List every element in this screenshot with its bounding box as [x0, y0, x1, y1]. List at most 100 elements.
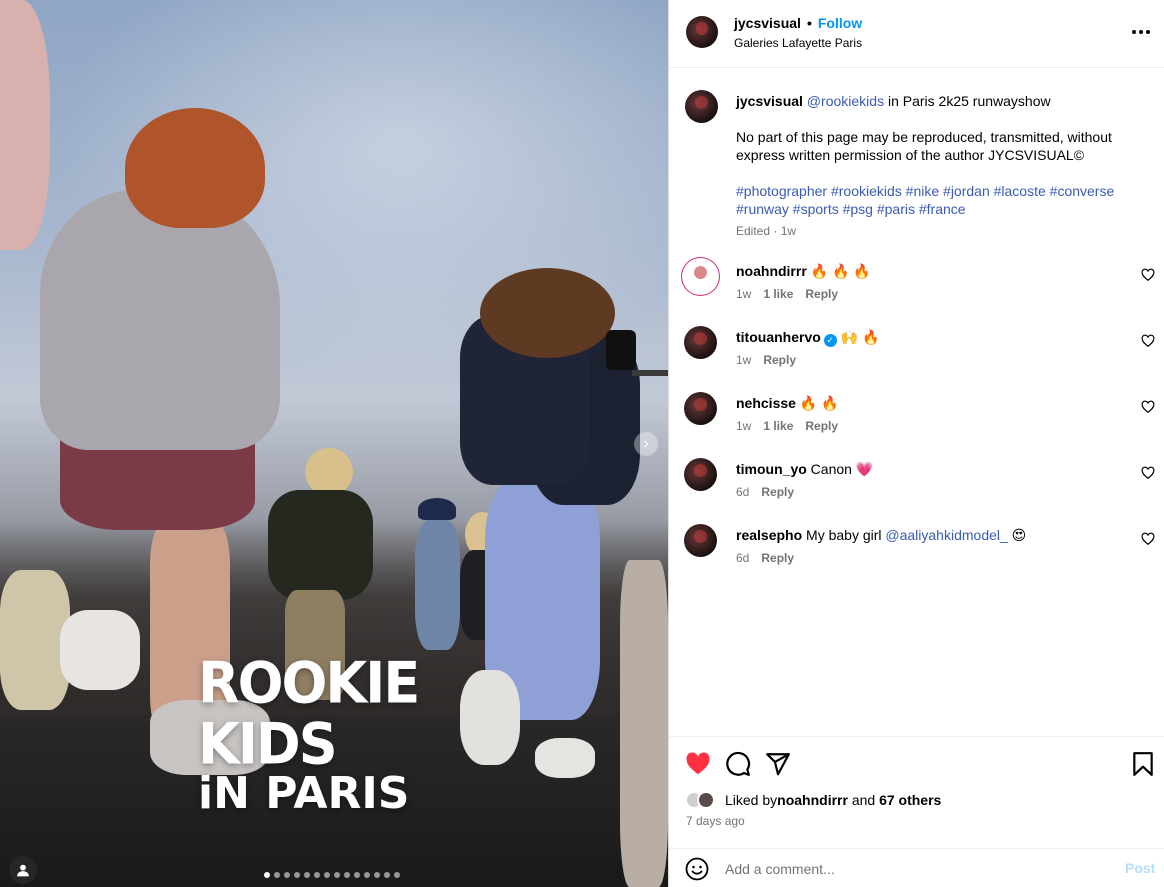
follow-button[interactable]: Follow: [818, 15, 862, 31]
photo-figure: [535, 738, 595, 778]
post-location[interactable]: Galeries Lafayette Paris: [734, 36, 862, 50]
comment-content: timoun_yo Canon 💗: [736, 460, 873, 478]
comment-actions: 1w 1 like Reply: [736, 419, 850, 433]
share-icon[interactable]: [765, 751, 791, 777]
emoji-icon[interactable]: [685, 857, 709, 881]
comment-reply-button[interactable]: Reply: [763, 353, 796, 367]
comment-time[interactable]: 6d: [736, 485, 749, 499]
hashtags-line-1[interactable]: #photographer #rookiekids #nike #jordan …: [736, 182, 1136, 200]
commenter-avatar[interactable]: [684, 524, 717, 557]
caption-text: in Paris 2k25 runwayshow: [884, 93, 1051, 109]
commenter-avatar[interactable]: [684, 326, 717, 359]
author-avatar[interactable]: [686, 16, 718, 48]
photo-figure: [305, 448, 353, 496]
comment-time[interactable]: 1w: [736, 287, 751, 301]
bookmark-icon[interactable]: [1130, 751, 1156, 777]
carousel-dot: [334, 872, 340, 878]
comment-item: noahndirrr 🔥 🔥 🔥 1w 1 like Reply: [669, 258, 1164, 318]
comment-time[interactable]: 1w: [736, 353, 751, 367]
comment-input[interactable]: [725, 858, 1105, 880]
comment-username[interactable]: titouanhervo: [736, 329, 821, 345]
caption-username[interactable]: jycsvisual: [736, 93, 803, 109]
carousel-dot: [284, 872, 290, 878]
separator-dot: •: [806, 15, 812, 31]
author-username[interactable]: jycsvisual: [734, 15, 801, 31]
caption-author-avatar[interactable]: [685, 90, 718, 123]
more-options-button[interactable]: [1129, 20, 1153, 44]
photo-figure: [60, 610, 140, 690]
post-media[interactable]: ROOKIE KIDS iN PARIS ›: [0, 0, 668, 887]
carousel-dot: [314, 872, 320, 878]
carousel-dot: [304, 872, 310, 878]
comment-mention[interactable]: @aaliyahkidmodel_: [885, 527, 1007, 543]
carousel-dot: [364, 872, 370, 878]
likes-user[interactable]: noahndirrr: [777, 792, 848, 808]
comment-icon[interactable]: [725, 751, 751, 777]
photo-figure: [268, 490, 373, 600]
carousel-dot: [264, 872, 270, 878]
photo-stage-light: [606, 330, 636, 370]
post-side-panel: jycsvisual • Follow Galeries Lafayette Par…: [668, 0, 1164, 887]
tagged-users-button[interactable]: [9, 856, 37, 884]
photo-figure: [480, 268, 615, 358]
comment-likes[interactable]: 1 like: [763, 419, 793, 433]
posted-time[interactable]: 7 days ago: [686, 814, 745, 828]
comments-section[interactable]: jycsvisual @rookiekids in Paris 2k25 run…: [669, 68, 1164, 736]
comment-likes[interactable]: 1 like: [763, 287, 793, 301]
overlay-line-1: ROOKIE KIDS: [198, 649, 420, 777]
author-row: jycsvisual • Follow: [734, 15, 862, 31]
likes-others[interactable]: 67 others: [879, 792, 941, 808]
comment-reply-button[interactable]: Reply: [805, 419, 838, 433]
photo-figure: [415, 520, 460, 650]
comment-username[interactable]: timoun_yo: [736, 461, 807, 477]
comment-text: Canon 💗: [810, 461, 874, 477]
commenter-avatar[interactable]: [684, 458, 717, 491]
more-horizontal-icon: [1146, 30, 1150, 34]
photo-figure: [40, 190, 280, 450]
comment-username[interactable]: noahndirrr: [736, 263, 807, 279]
caption-mention[interactable]: @rookiekids: [807, 93, 884, 109]
comment-content: titouanhervo ✓ 🙌 🔥: [736, 328, 879, 347]
hashtags-line-2[interactable]: #runway #sports #psg #paris #france: [736, 200, 1136, 218]
user-icon: [17, 864, 29, 877]
carousel-dot: [394, 872, 400, 878]
comment-actions: 6d Reply: [736, 485, 806, 499]
more-horizontal-icon: [1132, 30, 1136, 34]
more-horizontal-icon: [1139, 30, 1143, 34]
comment-text: 🔥 🔥: [799, 395, 839, 411]
carousel-dot: [354, 872, 360, 878]
comment-username[interactable]: nehcisse: [736, 395, 796, 411]
comment-text: 🙌 🔥: [840, 329, 880, 345]
carousel-dot: [274, 872, 280, 878]
comment-reply-button[interactable]: Reply: [805, 287, 838, 301]
heart-outline-icon[interactable]: [1141, 334, 1155, 348]
likes-prefix: Liked by: [725, 792, 778, 808]
commenter-avatar[interactable]: [684, 392, 717, 425]
comment-username[interactable]: realsepho: [736, 527, 802, 543]
post-header: jycsvisual • Follow Galeries Lafayette Par…: [669, 0, 1164, 68]
comment-time[interactable]: 1w: [736, 419, 751, 433]
post-actions: [669, 736, 1164, 784]
overlay-line-2: iN PARIS: [198, 768, 410, 819]
comment-content: noahndirrr 🔥 🔥 🔥: [736, 262, 871, 280]
likes-summary: Liked by noahndirrr and 67 others: [685, 790, 941, 810]
heart-filled-icon[interactable]: [685, 751, 711, 777]
comment-item: timoun_yo Canon 💗 6d Reply: [669, 456, 1164, 516]
comment-item: realsepho My baby girl @aaliyahkidmodel_…: [669, 522, 1164, 582]
carousel-indicator: [264, 872, 400, 878]
commenter-avatar[interactable]: [684, 260, 717, 293]
post-comment-button[interactable]: Post: [1125, 860, 1155, 876]
photo-figure: [125, 108, 265, 228]
comment-reply-button[interactable]: Reply: [761, 551, 794, 565]
caption-meta: Edited · 1w: [736, 224, 797, 238]
next-slide-button[interactable]: ›: [634, 432, 658, 456]
comment-content: nehcisse 🔥 🔥: [736, 394, 839, 412]
heart-outline-icon[interactable]: [1141, 400, 1155, 414]
verified-badge-icon: ✓: [823, 334, 837, 347]
heart-outline-icon[interactable]: [1141, 466, 1155, 480]
heart-outline-icon[interactable]: [1141, 532, 1155, 546]
caption-hashtags[interactable]: #photographer #rookiekids #nike #jordan …: [736, 182, 1136, 218]
comment-reply-button[interactable]: Reply: [761, 485, 794, 499]
heart-outline-icon[interactable]: [1141, 268, 1155, 282]
comment-time[interactable]: 6d: [736, 551, 749, 565]
